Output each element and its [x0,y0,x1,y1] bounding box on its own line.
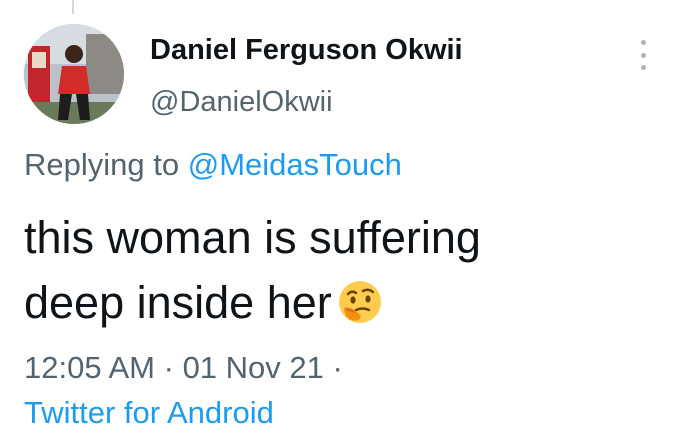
tweet-date: 01 Nov 21 [182,350,324,385]
replying-to-label: Replying to [24,147,180,182]
tweet-card: Daniel Ferguson Okwii @DanielOkwii Reply… [0,0,700,443]
tweet-text-line: this woman is suffering [24,212,481,263]
tweet-text-line-content: deep inside her [24,277,332,328]
more-vertical-icon [640,40,646,45]
author-handle[interactable]: @DanielOkwii [150,86,333,119]
thread-connector-line [72,0,74,14]
tweet-text-line: deep inside her [24,270,664,335]
author-display-name[interactable]: Daniel Ferguson Okwii [150,34,463,67]
tweet-text: this woman is suffering deep inside her [24,205,664,335]
tweet-source-link[interactable]: Twitter for Android [24,395,274,431]
replying-to: Replying to @MeidasTouch [24,147,402,183]
meta-separator: · [163,350,174,385]
tweet-timestamp[interactable]: 12:05 AM · 01 Nov 21 · [24,350,343,386]
tweet-time: 12:05 AM [24,350,155,385]
thinking-face-icon [338,281,381,323]
meta-separator: · [332,350,343,385]
more-options-button[interactable] [632,38,654,72]
avatar[interactable] [24,24,124,124]
reply-mention-link[interactable]: @MeidasTouch [188,147,402,182]
